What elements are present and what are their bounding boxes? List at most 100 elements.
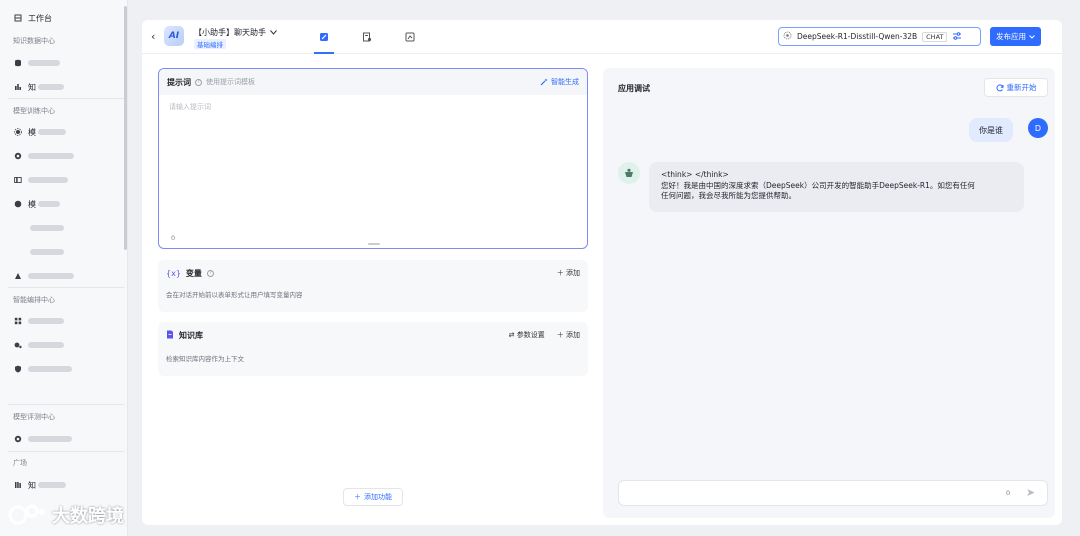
sidebar-item-model-2[interactable] — [14, 149, 74, 163]
sidebar-item-label: 知 — [28, 480, 36, 490]
sidebar-item-knowledge-1[interactable] — [14, 56, 60, 70]
prompt-editor[interactable]: 提示词 ? 使用提示词模板 智能生成 请输入提示词 0 — [158, 68, 588, 249]
sidebar-subitem-2[interactable] — [30, 245, 64, 259]
add-function-label: 添加功能 — [364, 493, 392, 501]
knowledge-params-button[interactable]: ⇄ 参数设置 — [509, 330, 545, 340]
refresh-icon — [995, 83, 1003, 91]
sidebar-scrollbar[interactable] — [124, 6, 127, 250]
knowledge-title: 知识库 — [179, 330, 203, 340]
sidebar-divider — [8, 287, 124, 288]
edit-icon — [320, 33, 328, 41]
chat-input-count: 0 — [1006, 489, 1011, 497]
help-icon[interactable]: ? — [206, 269, 214, 277]
bot-message-line-1: 您好！我是由中国的深度求索（DeepSeek）公司开发的智能助手DeepSeek… — [661, 180, 975, 190]
sidebar-item-label-blurred — [28, 436, 72, 442]
plus-icon: ＋ — [556, 331, 566, 339]
add-knowledge-button[interactable]: ＋ 添加 — [557, 330, 580, 340]
bot-icon — [625, 168, 633, 177]
watermark-text: 大数跨境 — [52, 506, 124, 527]
book-icon — [14, 481, 22, 489]
watermark: 大数跨境 — [8, 502, 124, 528]
chat-input[interactable]: 0 ➤ — [618, 480, 1048, 506]
sidebar-item-model-4[interactable]: 模 — [14, 197, 60, 211]
knowledge-description: 检索知识库内容作为上下文 — [166, 355, 244, 363]
sidebar-item-label-blurred — [28, 177, 68, 183]
bot-think-tag: <think> </think> — [661, 170, 729, 179]
doc-icon — [363, 32, 372, 42]
sidebar-item-label-blurred — [38, 129, 66, 135]
sidebar-item-model-1[interactable]: 模 — [14, 125, 66, 139]
sidebar-item-workbench[interactable]: 工作台 — [14, 11, 52, 25]
ai-generate-button[interactable]: 智能生成 — [540, 77, 579, 87]
add-variable-button[interactable]: ＋ 添加 — [557, 268, 580, 278]
knowledge-section: 知识库 ⇄ 参数设置 ＋ 添加 检索知识库内容作为上下文 — [158, 322, 588, 376]
model-name: DeepSeek-R1-Disstill-Qwen-32B — [797, 32, 918, 41]
help-icon[interactable]: ? — [195, 78, 202, 86]
sidebar-item-label: 模 — [28, 199, 36, 209]
node-icon — [14, 200, 22, 208]
model-selector[interactable]: DeepSeek-R1-Disstill-Qwen-32B CHAT — [778, 27, 981, 46]
chart-icon — [405, 32, 415, 42]
prompt-placeholder: 请输入提示词 — [169, 103, 211, 111]
chevron-left-icon[interactable]: ‹ — [151, 30, 155, 43]
debug-panel: 应用调试 重新开始 你是谁 D <think> </think> 您好！我是由中… — [603, 68, 1055, 518]
knowledge-header: 知识库 ⇄ 参数设置 ＋ 添加 — [158, 322, 588, 348]
tab-active-indicator — [314, 52, 334, 54]
sidebar-item-orch-2[interactable] — [14, 338, 64, 352]
plus-icon: ＋ — [354, 493, 361, 501]
variables-title: 变量 — [185, 268, 202, 278]
bot-avatar — [618, 162, 640, 184]
chevron-down-icon — [1029, 32, 1035, 41]
add-variable-label: 添加 — [566, 269, 580, 277]
model-icon — [14, 128, 22, 136]
sidebar-item-knowledge-2[interactable]: 知 — [14, 80, 64, 94]
knowledge-doc-icon — [166, 330, 174, 341]
database-icon — [14, 59, 22, 67]
sidebar: 工作台 知识数据中心 知 模型训练中心 模 模 智能编排中心 模型评测中心 广场… — [0, 0, 128, 536]
plus-icon: ＋ — [556, 269, 566, 277]
publish-button[interactable]: 发布应用 — [990, 27, 1041, 46]
prompt-title: 提示词 — [167, 77, 191, 87]
sidebar-item-model-3[interactable] — [14, 173, 68, 187]
sidebar-section-orchestration: 智能编排中心 — [13, 296, 55, 304]
send-icon[interactable]: ➤ — [1026, 486, 1035, 499]
tab-overview[interactable] — [403, 30, 417, 44]
swap-icon: ⇄ — [508, 331, 517, 339]
add-function-button[interactable]: ＋ 添加功能 — [343, 488, 403, 506]
prompt-char-count: 0 — [171, 234, 176, 242]
sidebar-item-label: 模 — [28, 127, 36, 137]
avatar: D — [1028, 118, 1048, 138]
sidebar-item-eval-1[interactable] — [14, 432, 72, 446]
sidebar-divider — [8, 404, 124, 405]
sidebar-section-model-train: 模型训练中心 — [13, 107, 55, 115]
sidebar-item-orch-3[interactable] — [14, 362, 72, 376]
sidebar-item-label-blurred — [38, 84, 64, 90]
grid-icon — [14, 317, 22, 325]
sidebar-item-orch-1[interactable] — [14, 314, 64, 328]
sidebar-item-plaza-1[interactable]: 知 — [14, 478, 66, 492]
home-icon — [14, 14, 22, 22]
user-message: 你是谁 — [969, 118, 1013, 142]
restart-button[interactable]: 重新开始 — [984, 78, 1048, 97]
sidebar-subitem-1[interactable] — [30, 221, 64, 235]
sidebar-section-knowledge: 知识数据中心 — [13, 37, 55, 45]
tab-logs[interactable] — [360, 30, 374, 44]
chart-icon — [14, 83, 22, 91]
settings-sliders-icon[interactable] — [952, 31, 962, 43]
variables-header: {x} 变量 ? ＋ 添加 — [158, 260, 588, 286]
sidebar-item-model-5[interactable] — [14, 269, 74, 283]
tab-orchestrate[interactable] — [317, 30, 331, 44]
resize-handle[interactable] — [368, 243, 380, 245]
sidebar-item-label: 工作台 — [28, 13, 52, 23]
model-icon — [783, 31, 792, 42]
sidebar-item-label-blurred — [28, 318, 64, 324]
flow-icon — [14, 341, 22, 349]
app-logo: AI — [164, 26, 184, 46]
prompt-template-link[interactable]: 使用提示词模板 — [206, 77, 255, 87]
sidebar-item-label-blurred — [28, 342, 64, 348]
variables-section: {x} 变量 ? ＋ 添加 会在对话开始前以表单形式让用户填写变量内容 — [158, 260, 588, 312]
app-name-selector[interactable]: 【小助手】聊天助手 — [194, 27, 277, 38]
sidebar-item-label-blurred — [28, 366, 72, 372]
prompt-header: 提示词 ? 使用提示词模板 智能生成 — [159, 69, 587, 95]
sidebar-item-label: 知 — [28, 82, 36, 92]
